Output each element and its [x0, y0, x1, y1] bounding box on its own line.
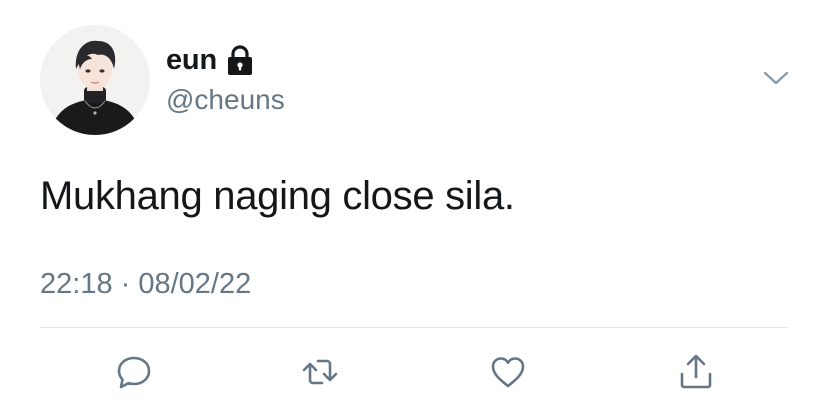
chevron-down-icon[interactable] [762, 66, 790, 90]
avatar-illustration [40, 25, 150, 135]
display-name-row: eun [166, 40, 254, 80]
share-button[interactable] [676, 352, 716, 392]
retweet-button[interactable] [300, 352, 340, 392]
avatar[interactable] [40, 25, 150, 135]
divider [40, 327, 788, 328]
username[interactable]: @cheuns [166, 83, 285, 117]
reply-button[interactable] [114, 352, 154, 392]
display-name[interactable]: eun [166, 45, 217, 75]
share-icon [680, 354, 712, 389]
retweet-icon [302, 359, 338, 385]
heart-icon [491, 357, 525, 388]
reply-icon [117, 356, 151, 389]
like-button[interactable] [488, 352, 528, 392]
lock-icon [226, 44, 254, 76]
tweet-text: Mukhang naging close sila. [40, 174, 515, 218]
timestamp[interactable]: 22:18 · 08/02/22 [40, 267, 251, 302]
